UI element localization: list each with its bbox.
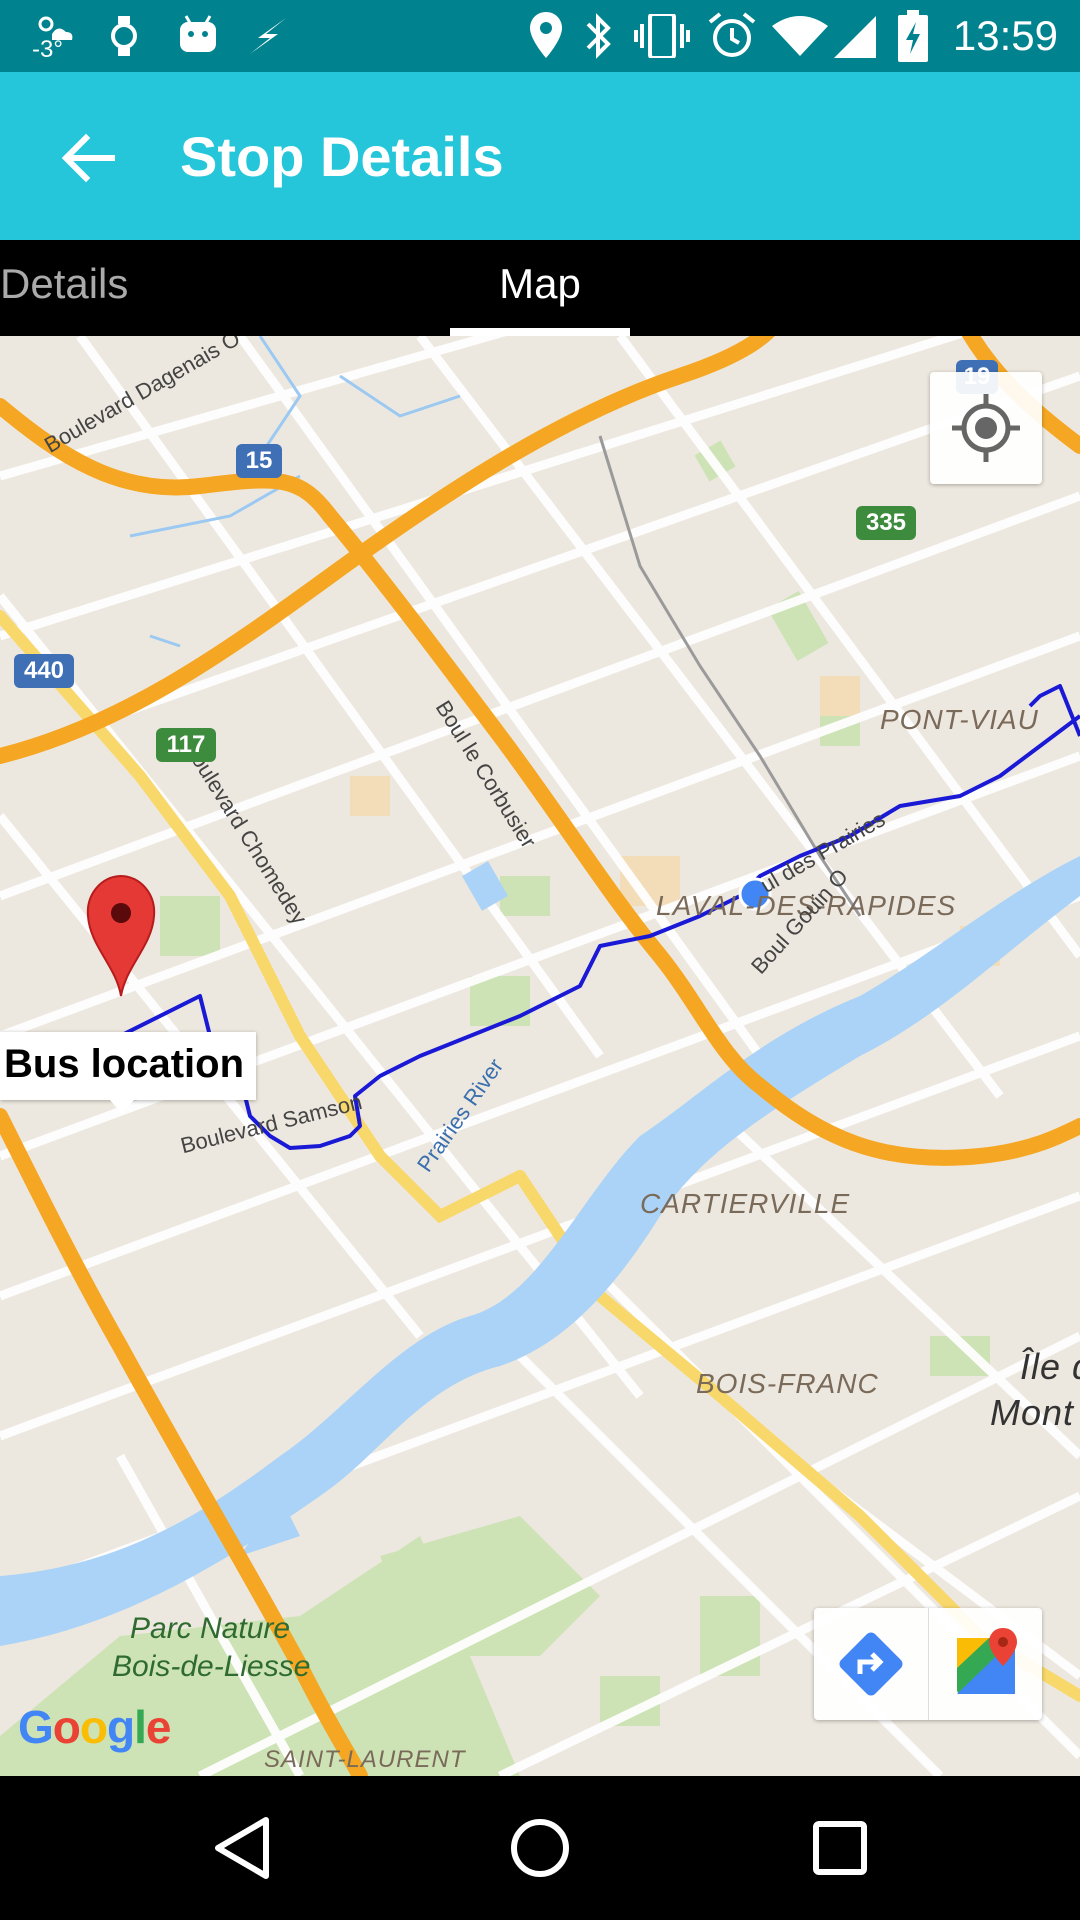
wifi-icon (772, 16, 828, 56)
highway-shield: 335 (856, 506, 916, 540)
map-toolbar (814, 1608, 1042, 1720)
directions-icon (839, 1632, 903, 1696)
water (0, 336, 1080, 1646)
info-window-tail (110, 1100, 134, 1114)
signal-icon (834, 16, 876, 58)
google-attribution-logo: Google (18, 1701, 171, 1753)
highway-shield: 440 (14, 654, 74, 688)
tab-indicator (450, 328, 630, 336)
flash-icon (250, 18, 286, 54)
tab-bar: Details Map (0, 240, 1080, 336)
location-icon (530, 12, 562, 58)
map-view[interactable]: PONT-VIAU LAVAL-DES-RAPIDES CARTIERVILLE… (0, 336, 1080, 1776)
directions-button[interactable] (814, 1608, 928, 1720)
clock: 13:59 (952, 12, 1058, 59)
open-in-maps-button[interactable] (929, 1608, 1043, 1720)
park-label: Parc Nature (130, 1612, 291, 1645)
marker-title: Bus location (4, 1042, 245, 1086)
bluetooth-icon (586, 13, 611, 59)
arrow-back-icon[interactable] (52, 122, 124, 194)
area-label: CARTIERVILLE (640, 1188, 851, 1219)
area-label: Mont (990, 1392, 1075, 1433)
highway-shield: 15 (236, 444, 282, 478)
google-maps-icon (957, 1628, 1017, 1694)
area-label: BOIS-FRANC (696, 1368, 879, 1399)
highway-shield: 117 (156, 728, 216, 762)
app-bar: Stop Details (0, 72, 1080, 240)
home-circle-icon[interactable] (498, 1806, 582, 1890)
area-label: Île d (1020, 1346, 1080, 1387)
my-location-button[interactable] (930, 372, 1042, 484)
recents-square-icon[interactable] (798, 1806, 882, 1890)
temperature-text: -3° (32, 36, 63, 63)
area-label: PONT-VIAU (880, 704, 1039, 735)
back-triangle-icon[interactable] (200, 1806, 284, 1890)
status-bar: -3° 13:59 (0, 0, 1080, 72)
area-label: SAINT-LAURENT (264, 1746, 466, 1773)
my-location-icon (952, 394, 1020, 462)
tab-details[interactable]: Details (0, 260, 128, 308)
alarm-icon (708, 12, 756, 57)
marker-info-window[interactable]: Bus location (0, 1032, 256, 1114)
vibrate-icon (634, 14, 690, 58)
watch-icon (111, 16, 137, 56)
park-label: Bois-de-Liesse (112, 1650, 311, 1683)
navigation-bar (0, 1776, 1080, 1920)
page-title: Stop Details (180, 125, 504, 188)
android-icon (180, 15, 216, 52)
battery-charging-icon (898, 10, 928, 62)
tab-map[interactable]: Map (450, 260, 630, 308)
